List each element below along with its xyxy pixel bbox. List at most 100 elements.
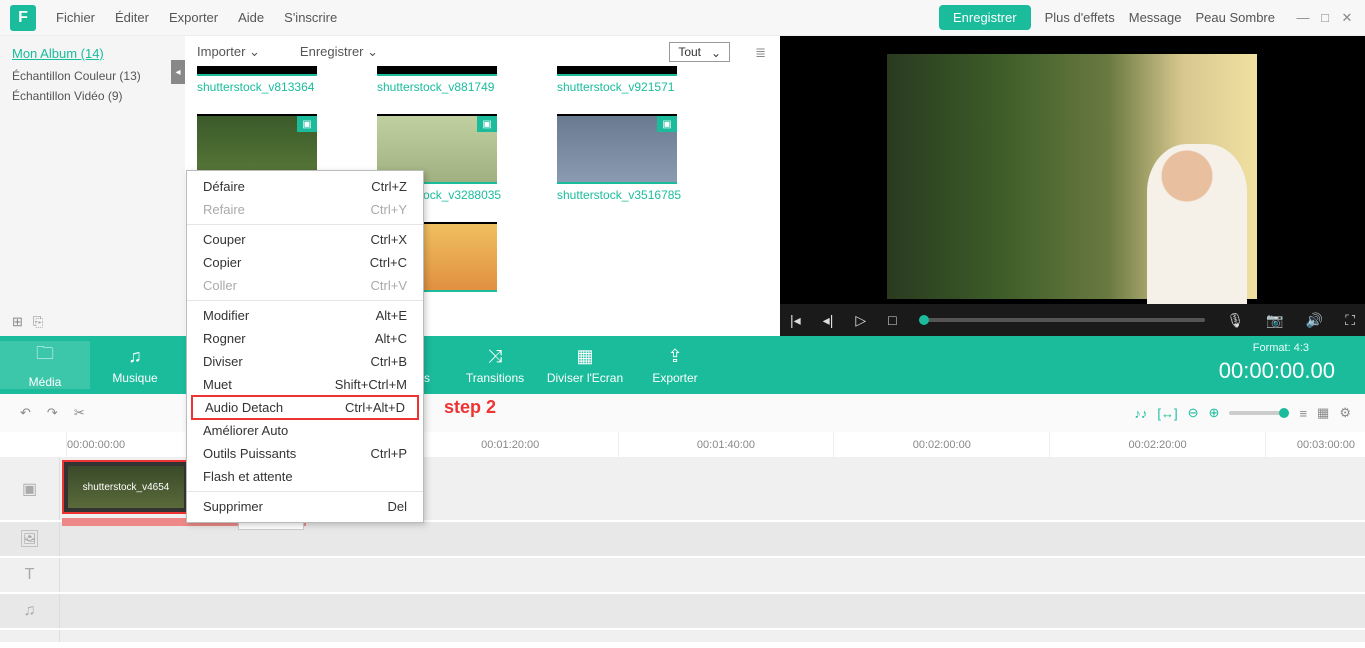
context-item-diviser[interactable]: DiviserCtrl+B	[187, 350, 423, 373]
mic-icon[interactable]: 🎙	[1227, 312, 1245, 329]
add-folder-icon[interactable]: ⊞	[12, 314, 23, 330]
undo-icon[interactable]: ↶	[20, 405, 31, 421]
image-track[interactable]: 🖼	[0, 522, 1365, 558]
timecode: 00:00:00.00	[1219, 358, 1335, 384]
close-icon[interactable]: ✕	[1339, 10, 1355, 26]
context-item-modifier[interactable]: ModifierAlt+E	[187, 304, 423, 327]
menu-file[interactable]: Fichier	[46, 10, 105, 25]
text-track[interactable]: T	[0, 558, 1365, 594]
minimize-icon[interactable]: —	[1295, 10, 1311, 26]
media-thumb[interactable]: ▣shutterstock_v3516785	[557, 114, 707, 202]
clip-label: shutterstock_v4654	[68, 466, 184, 508]
menu-help[interactable]: Aide	[228, 10, 274, 25]
context-item-audio-detach[interactable]: Audio DetachCtrl+Alt+D	[191, 395, 419, 420]
context-item-défaire[interactable]: DéfaireCtrl+Z	[187, 175, 423, 198]
tab-split-screen[interactable]: ▦Diviser l'Ecran	[540, 346, 630, 385]
view-grid-icon[interactable]: ▦	[1317, 405, 1329, 421]
ruler-tick: 00:02:00:00	[833, 432, 1049, 457]
ruler-tick: 00:02:20:00	[1049, 432, 1265, 457]
folder-icon: 🗀	[36, 341, 54, 371]
list-view-icon[interactable]: ≣	[755, 45, 766, 61]
preview-scrubber[interactable]	[919, 318, 1205, 322]
collapse-sidebar-icon[interactable]: ◂	[171, 60, 185, 84]
context-item-copier[interactable]: CopierCtrl+C	[187, 251, 423, 274]
sidebar-item[interactable]: Échantillon Vidéo (9)	[12, 89, 173, 103]
context-item-coller: CollerCtrl+V	[187, 274, 423, 297]
tab-music[interactable]: ♫Musique	[90, 346, 180, 385]
context-item-outils-puissants[interactable]: Outils PuissantsCtrl+P	[187, 442, 423, 465]
settings-icon[interactable]: ⚙	[1339, 405, 1351, 421]
zoom-in-icon[interactable]: ⊕	[1209, 405, 1220, 421]
context-item-flash-et-attente[interactable]: Flash et attente	[187, 465, 423, 488]
volume-icon[interactable]: 🔊	[1306, 312, 1323, 329]
stop-icon[interactable]: □	[888, 312, 896, 328]
menu-edit[interactable]: Éditer	[105, 10, 159, 25]
prev-start-icon[interactable]: |◂	[790, 312, 801, 329]
sidebar-item[interactable]: Échantillon Couleur (13)	[12, 69, 173, 83]
context-item-muet[interactable]: MuetShift+Ctrl+M	[187, 373, 423, 396]
video-track-icon: ▣	[0, 458, 60, 520]
text-track-icon: T	[0, 558, 60, 592]
audio-tool-icon[interactable]: ♪♪	[1134, 406, 1147, 421]
image-track-icon: 🖼	[0, 522, 60, 556]
media-thumb[interactable]: shutterstock_v921571	[557, 66, 707, 94]
context-item-couper[interactable]: CouperCtrl+X	[187, 228, 423, 251]
topbar: F Fichier Éditer Exporter Aide S'inscrir…	[0, 0, 1365, 36]
play-icon[interactable]: ▷	[855, 312, 866, 329]
video-icon: ▣	[657, 116, 677, 132]
preview-frame	[887, 54, 1257, 299]
tab-export[interactable]: ⇪Exporter	[630, 346, 720, 385]
context-menu: DéfaireCtrl+ZRefaireCtrl+YCouperCtrl+XCo…	[186, 170, 424, 523]
maximize-icon[interactable]: □	[1317, 10, 1333, 26]
ruler-tick: 00:01:20:00	[402, 432, 618, 457]
snapshot-icon[interactable]: 📷	[1266, 312, 1283, 329]
tab-transitions[interactable]: ⤨Transitions	[450, 346, 540, 385]
marker-icon[interactable]: [↔]	[1157, 406, 1177, 421]
zoom-slider[interactable]	[1229, 411, 1289, 415]
redo-icon[interactable]: ↷	[47, 405, 58, 421]
album-link[interactable]: Mon Album (14)	[12, 46, 173, 61]
format-label: Format: 4:3	[1253, 342, 1309, 354]
menu-signup[interactable]: S'inscrire	[274, 10, 347, 25]
split-icon: ▦	[576, 346, 593, 367]
import-dropdown[interactable]: Importer	[197, 44, 260, 60]
ruler-tick: 00:01:40:00	[618, 432, 834, 457]
context-item-améliorer-auto[interactable]: Améliorer Auto	[187, 419, 423, 442]
fullscreen-icon[interactable]: ⛶	[1345, 312, 1355, 329]
extra-track[interactable]	[0, 630, 1365, 644]
filter-select[interactable]: Tout	[669, 42, 730, 62]
cut-icon[interactable]: ✂	[74, 405, 85, 421]
zoom-out-icon[interactable]: ⊖	[1188, 405, 1199, 421]
context-item-refaire: RefaireCtrl+Y	[187, 198, 423, 221]
preview-panel: |◂ ◂| ▷ □ 🎙 📷 🔊 ⛶	[780, 36, 1365, 336]
register-button[interactable]: Enregistrer	[939, 5, 1031, 30]
library-sidebar: Mon Album (14) Échantillon Couleur (13) …	[0, 36, 185, 336]
context-item-supprimer[interactable]: SupprimerDel	[187, 495, 423, 518]
dark-skin-link[interactable]: Peau Sombre	[1196, 10, 1276, 25]
ruler-tick: 00:03:00:00	[1265, 432, 1365, 457]
menu-export[interactable]: Exporter	[159, 10, 228, 25]
video-icon: ▣	[297, 116, 317, 132]
audio-track-icon: ♫	[0, 594, 60, 628]
annotation-step2: step 2	[444, 397, 496, 418]
video-icon: ▣	[477, 116, 497, 132]
preview-controls: |◂ ◂| ▷ □ 🎙 📷 🔊 ⛶	[780, 304, 1365, 336]
transition-icon: ⤨	[488, 346, 502, 367]
preview-subject	[1147, 144, 1247, 304]
timeline-clip[interactable]: shutterstock_v4654	[62, 460, 190, 514]
record-dropdown[interactable]: Enregistrer	[300, 44, 378, 60]
context-item-rogner[interactable]: RognerAlt+C	[187, 327, 423, 350]
export-icon: ⇪	[667, 346, 682, 367]
audio-track[interactable]: ♫	[0, 594, 1365, 630]
message-link[interactable]: Message	[1129, 10, 1182, 25]
ruler-tick: 00:00:00:00	[66, 432, 186, 457]
app-logo: F	[10, 5, 36, 31]
media-thumb[interactable]: shutterstock_v813364	[197, 66, 347, 94]
tab-media[interactable]: 🗀Média	[0, 341, 90, 389]
music-icon: ♫	[128, 346, 142, 367]
add-media-icon[interactable]: ⎘	[33, 314, 43, 330]
view-list-icon[interactable]: ≡	[1299, 406, 1307, 421]
media-thumb[interactable]: shutterstock_v881749	[377, 66, 527, 94]
prev-frame-icon[interactable]: ◂|	[823, 312, 834, 329]
more-effects-link[interactable]: Plus d'effets	[1045, 10, 1115, 25]
